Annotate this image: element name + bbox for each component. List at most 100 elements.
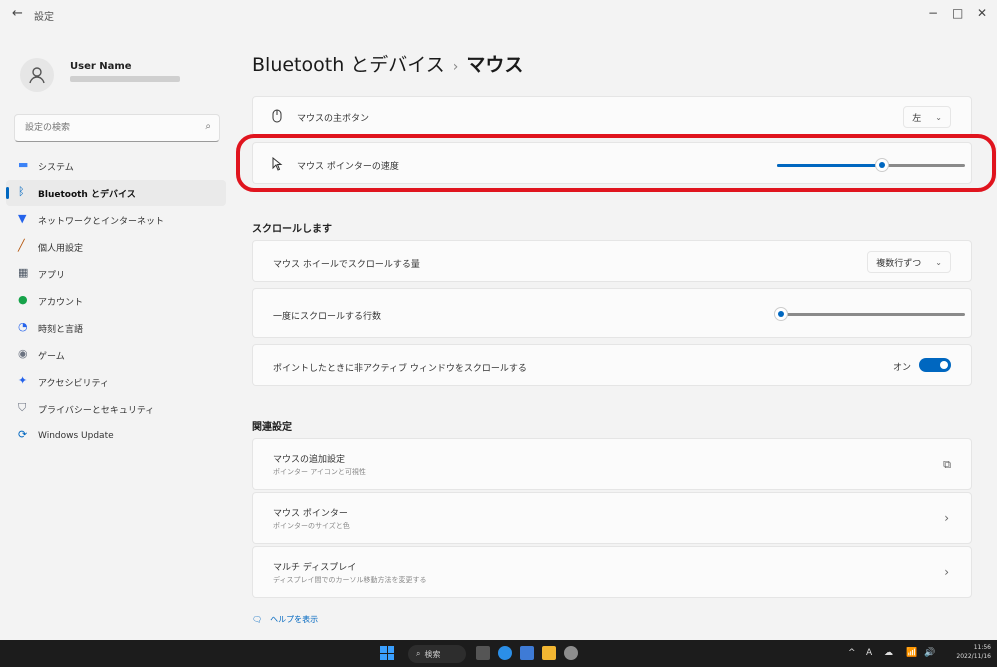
sidebar-nav: ▬ システム ᛒ Bluetooth とデバイス ▼ ネットワークとインターネット ╱ 個人用… xyxy=(0,152,232,450)
sidebar-item-label: 個人用設定 xyxy=(38,243,84,254)
minimize-button[interactable]: − xyxy=(928,6,938,20)
related-section-title: 関連設定 xyxy=(252,422,292,433)
wheel-scroll-value: 複数行ずつ xyxy=(876,258,922,269)
task-view-icon[interactable] xyxy=(476,646,490,660)
primary-button-row: マウスの主ボタン 左 ⌄ xyxy=(252,96,972,136)
related-item-sub: ディスプレイ間でのカーソル移動方法を変更する xyxy=(273,576,427,584)
related-item-sub: ポインターのサイズと色 xyxy=(273,522,350,530)
chevron-right-icon: › xyxy=(944,511,949,525)
shield-icon: ⛉ xyxy=(18,401,27,414)
sidebar-item[interactable]: ▦ アプリ xyxy=(6,261,226,287)
system-icon: ▬ xyxy=(18,158,29,171)
clock-time: 11:56 xyxy=(973,644,991,651)
sidebar-item-label: アクセシビリティ xyxy=(38,378,110,389)
title-bar: ← 設定 − □ ✕ xyxy=(0,0,997,30)
store-icon[interactable] xyxy=(520,646,534,660)
sidebar-item[interactable]: ▬ システム xyxy=(6,153,226,179)
mouse-icon xyxy=(272,109,282,123)
search-input[interactable] xyxy=(15,115,185,141)
breadcrumb-parent[interactable]: Bluetooth とデバイス xyxy=(252,54,445,76)
lines-to-scroll-slider[interactable] xyxy=(773,307,965,321)
network-icon: ▼ xyxy=(18,212,27,225)
ime-icon[interactable]: A xyxy=(866,648,872,658)
clock[interactable]: 11:56 2022/11/16 xyxy=(956,643,991,661)
maximize-button[interactable]: □ xyxy=(952,6,963,20)
sidebar-item-label: アカウント xyxy=(38,297,84,308)
volume-icon[interactable]: 🔊 xyxy=(924,648,935,658)
person-icon xyxy=(29,67,45,84)
inactive-scroll-label: ポイントしたときに非アクティブ ウィンドウをスクロールする xyxy=(273,364,527,374)
get-help-link[interactable]: 🗨 ヘルプを表示 xyxy=(252,614,318,625)
sidebar-item[interactable]: ╱ 個人用設定 xyxy=(6,234,226,260)
breadcrumb: Bluetooth とデバイス › マウス xyxy=(252,50,523,77)
taskbar-search-label: 検索 xyxy=(424,649,441,659)
accessibility-icon: ✦ xyxy=(18,374,28,387)
close-button[interactable]: ✕ xyxy=(977,6,987,20)
back-arrow-icon[interactable]: ← xyxy=(12,6,23,21)
edge-browser-icon[interactable] xyxy=(498,646,512,660)
taskbar: ⌕ 検索 ^ A ☁ 📶 🔊 11:56 2022/11/16 xyxy=(0,640,997,667)
tray-overflow-icon[interactable]: ^ xyxy=(848,648,856,658)
lines-to-scroll-label: 一度にスクロールする行数 xyxy=(273,312,382,322)
scroll-section-title: スクロールします xyxy=(252,224,332,235)
avatar[interactable] xyxy=(20,58,54,92)
app-title: 設定 xyxy=(34,12,54,23)
help-icon: 🗨 xyxy=(252,615,263,624)
brush-icon: ╱ xyxy=(18,239,25,252)
related-item-sub: ポインター アイコンと可視性 xyxy=(273,468,366,476)
wheel-scroll-row: マウス ホイールでスクロールする量 複数行ずつ ⌄ xyxy=(252,240,972,282)
related-item[interactable]: マウス ポインター ポインターのサイズと色 › xyxy=(252,492,972,544)
taskbar-search[interactable]: ⌕ 検索 xyxy=(408,645,466,663)
sidebar-item-label: システム xyxy=(38,162,74,173)
open-external-icon: ⧉ xyxy=(943,458,951,471)
apps-icon: ▦ xyxy=(18,266,29,279)
sidebar-item[interactable]: ⛉ プライバシーとセキュリティ xyxy=(6,396,226,422)
wheel-scroll-label: マウス ホイールでスクロールする量 xyxy=(273,260,420,270)
wheel-scroll-dropdown[interactable]: 複数行ずつ ⌄ xyxy=(867,251,951,273)
inactive-scroll-toggle[interactable] xyxy=(919,358,951,372)
related-item-label: マルチ ディスプレイ xyxy=(273,563,357,573)
windows-update-icon: ⟳ xyxy=(18,428,28,441)
time-language-icon: ◔ xyxy=(18,320,28,333)
account-icon: ● xyxy=(18,293,28,306)
user-email-blurred xyxy=(70,76,180,82)
related-item[interactable]: マルチ ディスプレイ ディスプレイ間でのカーソル移動方法を変更する › xyxy=(252,546,972,598)
lines-to-scroll-row: 一度にスクロールする行数 xyxy=(252,288,972,338)
sidebar-item-label: Bluetooth とデバイス xyxy=(38,189,136,200)
search-icon[interactable]: ⌕ xyxy=(205,121,211,132)
onedrive-icon[interactable]: ☁ xyxy=(884,648,893,658)
sidebar-item[interactable]: ᛒ Bluetooth とデバイス xyxy=(6,180,226,206)
page-title: マウス xyxy=(466,54,524,76)
primary-button-label: マウスの主ボタン xyxy=(297,114,370,124)
chevron-down-icon: ⌄ xyxy=(935,257,942,267)
sidebar-item[interactable]: ◉ ゲーム xyxy=(6,342,226,368)
sidebar-item-label: ネットワークとインターネット xyxy=(38,216,165,227)
sidebar-item-label: ゲーム xyxy=(38,351,65,362)
settings-gear-icon[interactable] xyxy=(564,646,578,660)
search-icon: ⌕ xyxy=(416,649,421,658)
main-content: Bluetooth とデバイス › マウス マウスの主ボタン 左 ⌄ マウス ポイン… xyxy=(232,30,997,640)
sidebar-item[interactable]: ● アカウント xyxy=(6,288,226,314)
sidebar: User Name ⌕ ▬ システム ᛒ Bluetooth とデバイス ▼ ネットワーク… xyxy=(0,30,232,640)
related-item[interactable]: マウスの追加設定 ポインター アイコンと可視性 ⧉ xyxy=(252,438,972,490)
sidebar-item[interactable]: ▼ ネットワークとインターネット xyxy=(6,207,226,233)
bluetooth-icon: ᛒ xyxy=(18,185,25,198)
gaming-icon: ◉ xyxy=(18,347,28,360)
chevron-right-icon: › xyxy=(944,565,949,579)
inactive-scroll-state: オン xyxy=(892,363,911,373)
chevron-down-icon: ⌄ xyxy=(935,112,942,122)
clock-date: 2022/11/16 xyxy=(956,653,991,660)
sidebar-item[interactable]: ⟳ Windows Update xyxy=(6,423,226,449)
sidebar-item-label: Windows Update xyxy=(38,431,114,441)
primary-button-dropdown[interactable]: 左 ⌄ xyxy=(903,106,951,128)
windows-start-icon[interactable] xyxy=(380,646,394,660)
wifi-icon[interactable]: 📶 xyxy=(906,648,917,658)
user-name: User Name xyxy=(70,61,132,72)
inactive-scroll-row: ポイントしたときに非アクティブ ウィンドウをスクロールする オン xyxy=(252,344,972,386)
sidebar-item[interactable]: ◔ 時刻と言語 xyxy=(6,315,226,341)
sidebar-item[interactable]: ✦ アクセシビリティ xyxy=(6,369,226,395)
file-explorer-icon[interactable] xyxy=(542,646,556,660)
lines-to-scroll-slider-thumb[interactable] xyxy=(773,307,788,321)
settings-search[interactable]: ⌕ xyxy=(14,114,220,142)
sidebar-item-label: アプリ xyxy=(38,270,66,281)
